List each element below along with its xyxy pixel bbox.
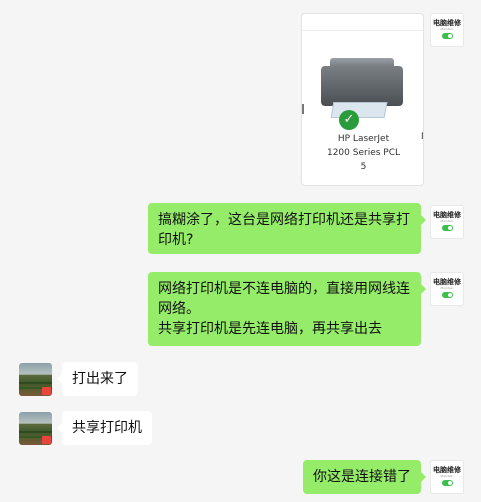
contact-avatar[interactable] xyxy=(19,412,52,445)
self-avatar[interactable]: 电脑维修 Maintain xyxy=(430,13,464,47)
message-bubble-self[interactable]: 网络打印机是不连电脑的，直接用网线连 网络。 共享打印机是先连电脑，再共享出去 xyxy=(148,272,426,346)
avatar-name: 电脑维修 xyxy=(433,466,461,474)
toggle-icon xyxy=(441,33,453,39)
toggle-icon xyxy=(441,480,453,486)
self-avatar[interactable]: 电脑维修 Maintain xyxy=(430,460,464,494)
avatar-badge-icon xyxy=(42,436,51,444)
self-avatar[interactable]: 电脑维修 Maintain xyxy=(430,205,464,239)
avatar-badge-icon xyxy=(42,387,51,395)
self-avatar[interactable]: 电脑维修 Maintain xyxy=(430,272,464,306)
avatar-subtext: Maintain xyxy=(440,286,454,290)
printer-image-message[interactable]: ✓ HP LaserJet 1200 Series PCL 5 M xyxy=(301,13,424,186)
avatar-subtext: Maintain xyxy=(440,27,454,31)
next-item-letter: M xyxy=(421,132,423,142)
contact-avatar[interactable] xyxy=(19,363,52,396)
image-top-strip xyxy=(302,14,423,31)
prev-item-edge xyxy=(302,104,304,114)
message-bubble-other[interactable]: 共享打印机 xyxy=(57,411,152,445)
avatar-field-stripe xyxy=(19,431,52,433)
toggle-icon xyxy=(441,292,453,298)
avatar-subtext: Maintain xyxy=(440,219,454,223)
message-bubble-self[interactable]: 你这是连接错了 xyxy=(303,460,426,494)
avatar-subtext: Maintain xyxy=(440,474,454,478)
avatar-name: 电脑维修 xyxy=(433,211,461,219)
toggle-icon xyxy=(441,225,453,231)
printer-icon xyxy=(321,66,403,106)
default-printer-check-icon: ✓ xyxy=(339,110,359,130)
message-bubble-other[interactable]: 打出来了 xyxy=(57,362,138,396)
avatar-field-stripe xyxy=(19,382,52,384)
printer-caption-line1: HP LaserJet xyxy=(337,134,390,144)
printer-caption-line2: 1200 Series PCL xyxy=(326,148,401,158)
printer-caption-line3: 5 xyxy=(360,162,367,172)
avatar-name: 电脑维修 xyxy=(433,19,461,27)
message-bubble-self[interactable]: 搞糊涂了，这台是网络打印机还是共享打 印机? xyxy=(148,203,426,254)
avatar-name: 电脑维修 xyxy=(433,278,461,286)
